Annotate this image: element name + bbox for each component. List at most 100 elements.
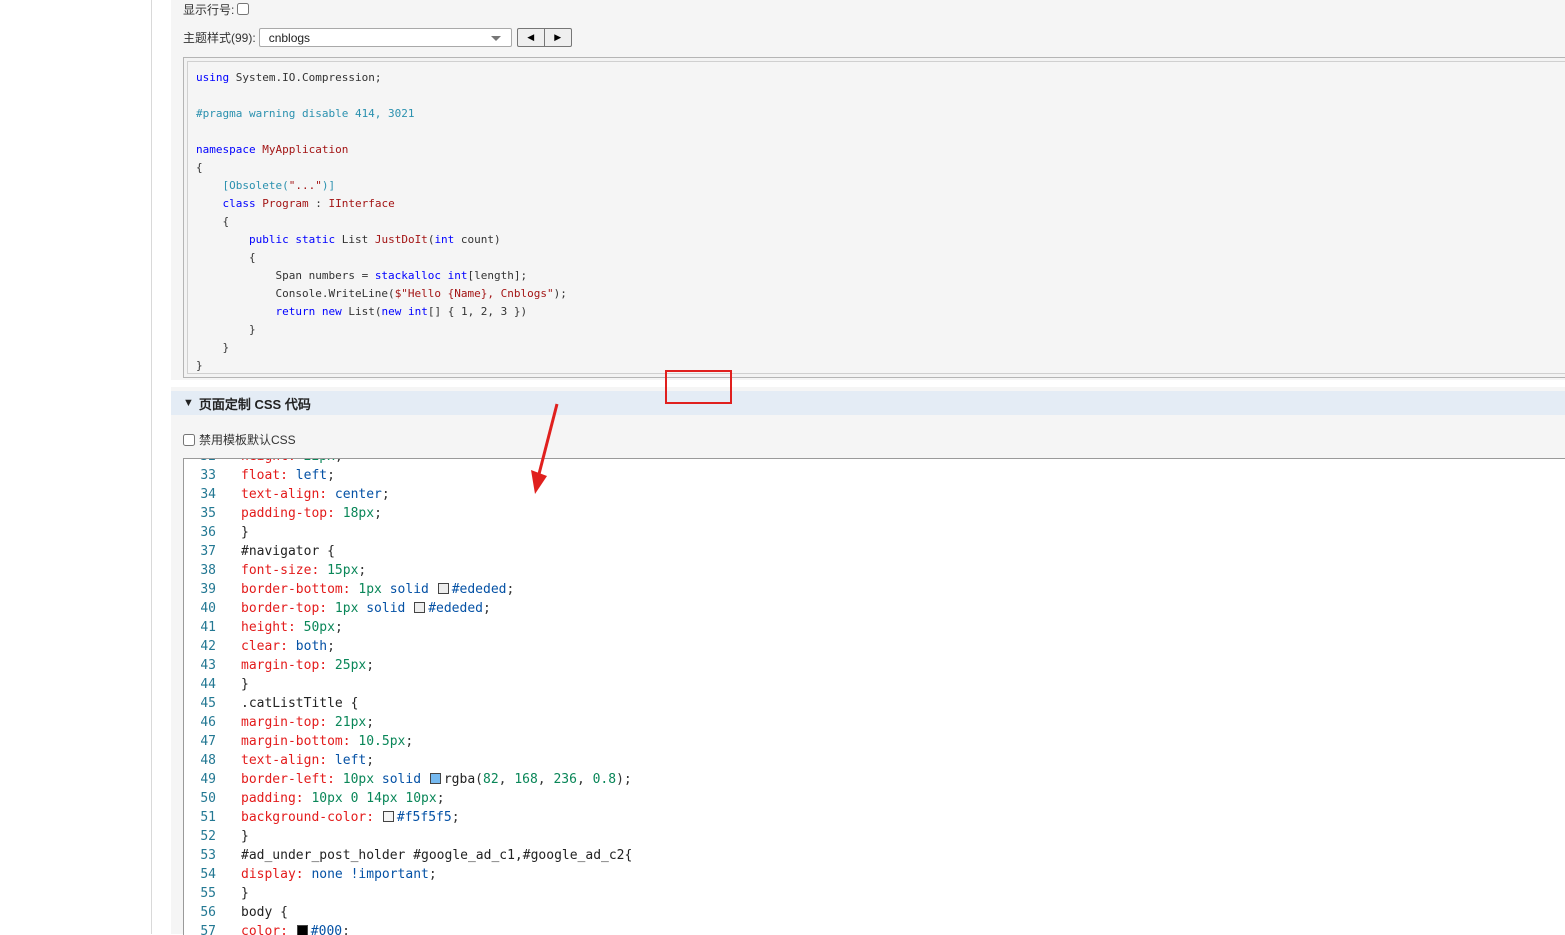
css-code-line: 33 float: left; bbox=[184, 466, 632, 485]
code-line: } bbox=[196, 359, 203, 372]
css-code-line: 46 margin-top: 21px; bbox=[184, 713, 632, 732]
disable-default-css-checkbox[interactable] bbox=[183, 433, 195, 446]
code-line: { bbox=[196, 215, 230, 228]
line-text: border-left: 10px solid rgba(82, 168, 23… bbox=[241, 772, 632, 787]
theme-next-button[interactable]: ▶ bbox=[543, 28, 571, 46]
css-code-line: 44} bbox=[184, 675, 632, 694]
line-number: 46 bbox=[200, 715, 216, 730]
code-token: stackalloc int bbox=[374, 269, 468, 282]
line-number: 56 bbox=[200, 905, 216, 920]
css-code-line: 52} bbox=[184, 827, 632, 846]
line-text: float: left; bbox=[241, 468, 335, 483]
line-text: padding-top: 18px; bbox=[241, 506, 382, 521]
line-text: text-align: left; bbox=[241, 753, 375, 768]
chevron-down-icon bbox=[490, 35, 501, 41]
css-code-line: 39 border-bottom: 1px solid #ededed; bbox=[184, 580, 632, 599]
separator bbox=[171, 380, 1565, 387]
line-text: body { bbox=[241, 905, 288, 920]
theme-row: 主题样式(99): cnblogs ◀ ▶ bbox=[183, 27, 572, 47]
custom-css-section-header[interactable]: ▼ 页面定制 CSS 代码 bbox=[171, 391, 1565, 415]
line-text: margin-bottom: 10.5px; bbox=[241, 734, 414, 749]
line-number: 40 bbox=[200, 601, 216, 616]
line-text: } bbox=[241, 886, 249, 901]
line-number: 33 bbox=[200, 468, 216, 483]
line-text: } bbox=[241, 525, 249, 540]
line-number: 47 bbox=[200, 734, 216, 749]
css-code-line: 47 margin-bottom: 10.5px; bbox=[184, 732, 632, 751]
line-number: 51 bbox=[200, 810, 216, 825]
line-number: 35 bbox=[200, 506, 216, 521]
line-number: 57 bbox=[200, 924, 216, 935]
css-code-line: 51 background-color: #f5f5f5; bbox=[184, 808, 632, 827]
line-number: 39 bbox=[200, 582, 216, 597]
code-line: Span numbers = stackalloc int[length]; bbox=[196, 269, 528, 282]
line-number: 44 bbox=[200, 677, 216, 692]
line-text: #navigator { bbox=[241, 544, 335, 559]
line-text: #ad_under_post_holder #google_ad_c1,#goo… bbox=[241, 848, 633, 863]
code-line: #pragma warning disable 414, 3021 bbox=[196, 107, 415, 120]
css-code-line: 42 clear: both; bbox=[184, 637, 632, 656]
code-line: return new List(new int[] { 1, 2, 3 }) bbox=[275, 305, 528, 318]
annotation-rectangle bbox=[665, 370, 732, 404]
line-number: 43 bbox=[200, 658, 216, 673]
theme-select[interactable]: cnblogs bbox=[258, 27, 512, 47]
theme-preview-code: using System.IO.Compression; #pragma war… bbox=[196, 69, 567, 375]
line-text: display: none !important; bbox=[241, 867, 437, 882]
css-code-line: 57 color: #000; bbox=[184, 922, 632, 935]
line-text: height: 22px; bbox=[241, 459, 343, 466]
css-code-line: 48 text-align: left; bbox=[184, 751, 632, 770]
code-line: namespace MyApplication bbox=[196, 143, 348, 156]
line-number: 42 bbox=[200, 639, 216, 654]
line-number: 55 bbox=[200, 886, 216, 901]
css-code-line: 53 #ad_under_post_holder #google_ad_c1,#g… bbox=[184, 846, 632, 865]
line-text: } bbox=[241, 829, 249, 844]
code-line: class Program : IInterface bbox=[222, 197, 395, 210]
css-code-line: 54 display: none !important; bbox=[184, 865, 632, 884]
css-code-line: 38 font-size: 15px; bbox=[184, 561, 632, 580]
theme-preview: using System.IO.Compression; #pragma war… bbox=[183, 57, 1565, 378]
line-text: padding: 10px 0 14px 10px; bbox=[241, 791, 445, 806]
code-token: return new bbox=[275, 305, 342, 318]
css-code-line: 32 height: 22px; bbox=[184, 459, 632, 466]
triangle-right-icon: ▶ bbox=[554, 31, 562, 42]
css-code-lines: 32 height: 22px; 33 float: left; 34 text-alig… bbox=[184, 459, 632, 935]
line-text: font-size: 15px; bbox=[241, 563, 367, 578]
triangle-down-icon: ▼ bbox=[183, 397, 194, 409]
code-token: $"Hello {Name}, Cnblogs" bbox=[394, 287, 554, 300]
line-number: 41 bbox=[200, 620, 216, 635]
disable-default-css-row: 禁用模板默认CSS bbox=[183, 431, 296, 448]
disable-default-css-label: 禁用模板默认CSS bbox=[199, 433, 296, 447]
show-line-numbers-label: 显示行号: bbox=[183, 2, 235, 17]
css-code-line: 41 height: 50px; bbox=[184, 618, 632, 637]
line-number: 49 bbox=[200, 772, 216, 787]
code-token: "..." bbox=[288, 179, 322, 192]
code-line: [Obsolete("...")] bbox=[196, 179, 336, 192]
code-token: Program bbox=[262, 197, 309, 210]
css-code-line: 55} bbox=[184, 884, 632, 903]
code-token: int bbox=[434, 233, 455, 246]
line-number: 37 bbox=[200, 544, 216, 559]
show-line-numbers-checkbox[interactable] bbox=[237, 3, 250, 15]
code-token: new int bbox=[381, 305, 428, 318]
css-code-editor[interactable]: 32 height: 22px; 33 float: left; 34 text-alig… bbox=[183, 458, 1565, 935]
theme-prev-button[interactable]: ◀ bbox=[518, 29, 544, 46]
line-number: 54 bbox=[200, 867, 216, 882]
code-line: } bbox=[196, 323, 256, 336]
code-token: JustDoIt bbox=[374, 233, 428, 246]
code-token: [Obsolete( bbox=[222, 179, 289, 192]
code-line: using System.IO.Compression; bbox=[196, 71, 382, 84]
code-token: )] bbox=[321, 179, 336, 192]
line-text: margin-top: 25px; bbox=[241, 658, 375, 673]
css-code-line: 37 #navigator { bbox=[184, 542, 632, 561]
theme-select-value: cnblogs bbox=[268, 30, 311, 45]
code-token: namespace bbox=[196, 143, 256, 156]
css-code-line: 40 border-top: 1px solid #ededed; bbox=[184, 599, 632, 618]
line-text: text-align: center; bbox=[241, 487, 390, 502]
triangle-left-icon: ◀ bbox=[527, 31, 535, 42]
css-code-line: 50 padding: 10px 0 14px 10px; bbox=[184, 789, 632, 808]
css-code-line: 45 .catListTitle { bbox=[184, 694, 632, 713]
line-number: 45 bbox=[200, 696, 216, 711]
line-text: } bbox=[241, 677, 249, 692]
code-token: MyApplication bbox=[262, 143, 349, 156]
settings-main: 显示行号: 主题样式(99): cnblogs ◀ ▶ using System… bbox=[171, 0, 1565, 935]
